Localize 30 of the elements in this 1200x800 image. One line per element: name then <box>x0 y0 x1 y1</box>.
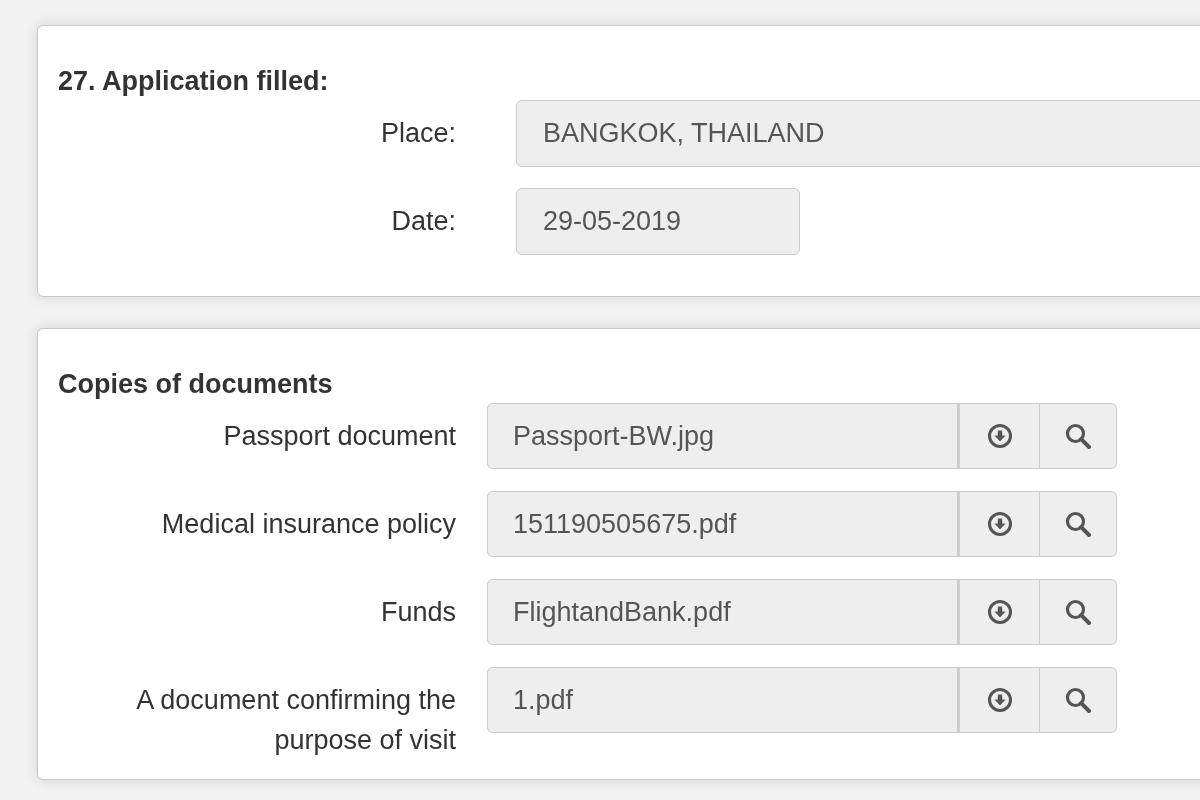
date-field[interactable]: 29-05-2019 <box>516 188 800 255</box>
field-label: Place: <box>380 117 456 150</box>
download-button[interactable] <box>960 579 1039 645</box>
download-icon <box>987 512 1012 536</box>
document-label: Passport document <box>223 420 456 453</box>
download-button[interactable] <box>960 667 1039 733</box>
file-field[interactable]: Passport-BW.jpg <box>487 403 960 469</box>
search-icon <box>1065 511 1091 537</box>
download-icon <box>987 688 1012 712</box>
search-icon <box>1065 423 1091 449</box>
document-label: Funds <box>380 596 456 629</box>
search-icon <box>1065 687 1091 713</box>
download-icon <box>987 424 1012 448</box>
section-title: Copies of documents <box>58 368 333 401</box>
search-button[interactable] <box>1039 579 1117 645</box>
download-icon <box>987 600 1012 624</box>
file-field[interactable]: FlightandBank.pdf <box>487 579 960 645</box>
field-label: Date: <box>391 205 456 238</box>
place-field[interactable]: BANGKOK, THAILAND <box>516 100 1200 167</box>
file-field[interactable]: 151190505675.pdf <box>487 491 960 557</box>
search-button[interactable] <box>1039 403 1117 469</box>
document-label: Medical insurance policy <box>161 508 456 541</box>
search-button[interactable] <box>1039 491 1117 557</box>
search-button[interactable] <box>1039 667 1117 733</box>
download-button[interactable] <box>960 491 1039 557</box>
search-icon <box>1065 599 1091 625</box>
download-button[interactable] <box>960 403 1039 469</box>
document-label: A document confirming the purpose of visit <box>135 684 456 757</box>
file-field[interactable]: 1.pdf <box>487 667 960 733</box>
section-title: 27. Application filled: <box>58 65 329 98</box>
